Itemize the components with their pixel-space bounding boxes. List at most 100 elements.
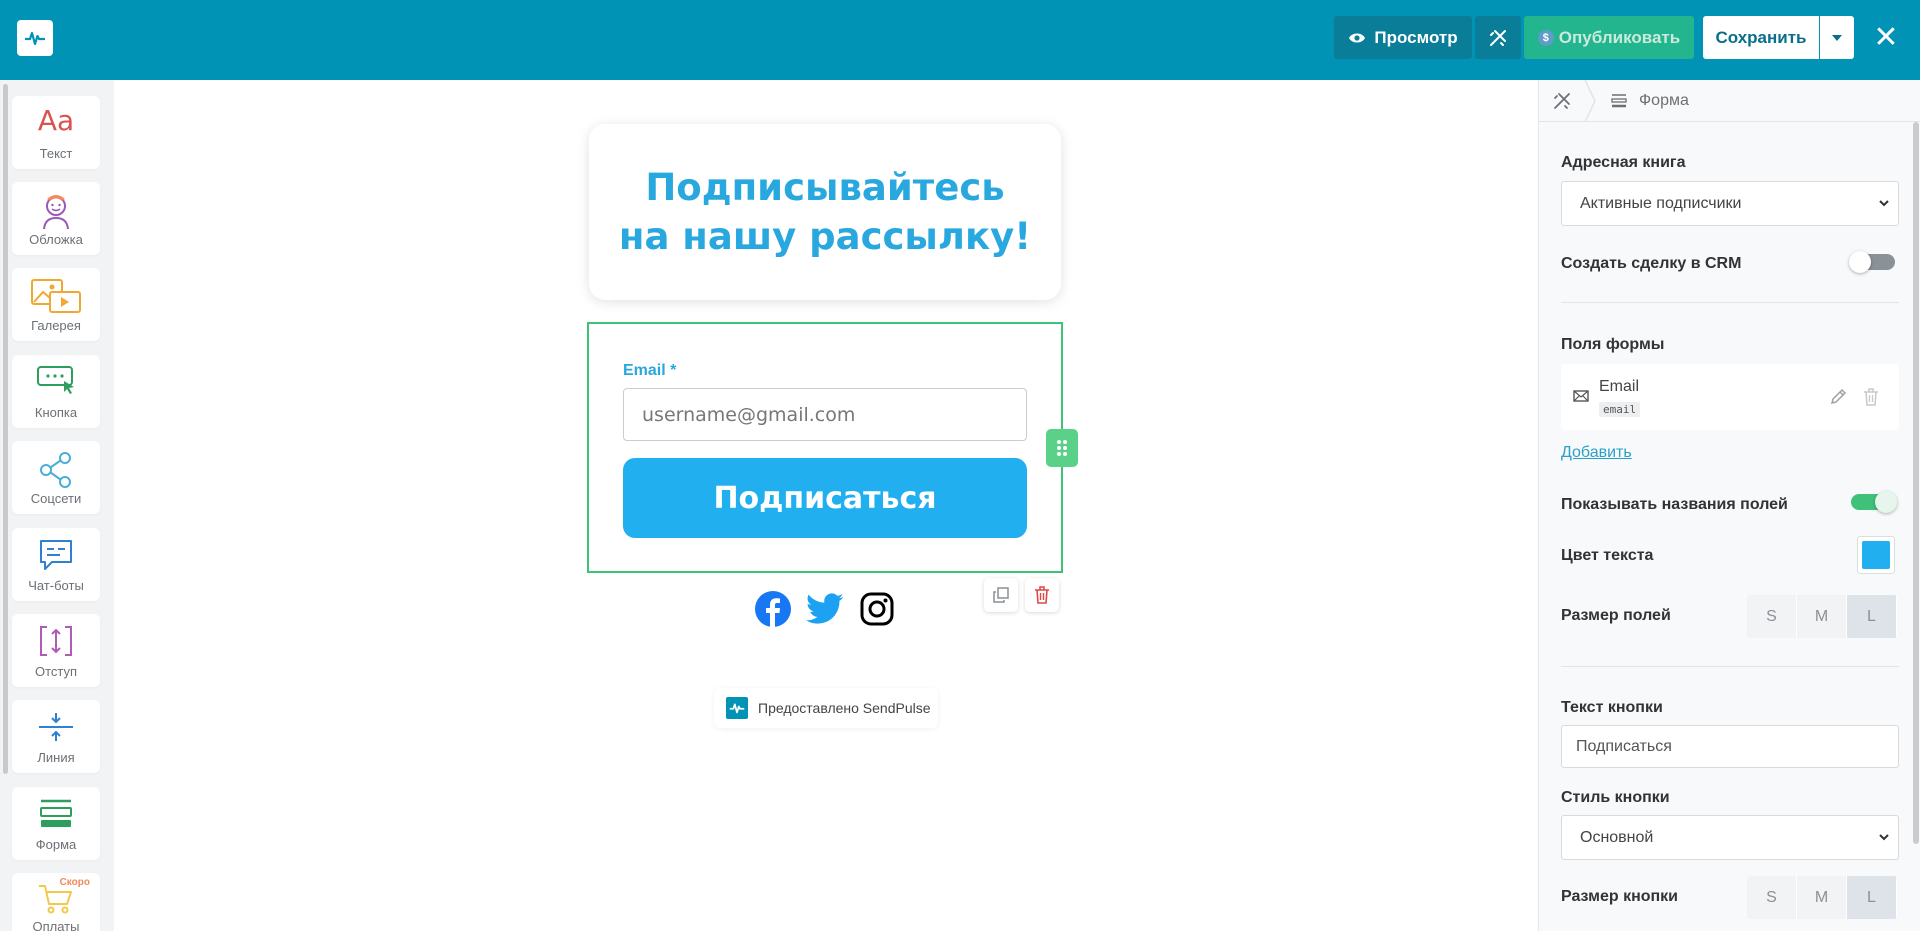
toggle-knob (1875, 491, 1897, 513)
publish-button[interactable]: $ Опубликовать (1524, 16, 1694, 59)
tool-label: Отступ (34, 664, 78, 679)
show-field-names-label: Показывать названия полей (1561, 496, 1788, 513)
form-field-email-card[interactable]: Email email (1561, 364, 1899, 430)
copy-icon (993, 587, 1009, 603)
size-option-s[interactable]: S (1747, 595, 1797, 638)
delete-block-button[interactable] (1025, 578, 1059, 612)
breadcrumb-label: Форма (1639, 92, 1689, 109)
button-size-label: Размер кнопки (1561, 888, 1679, 905)
instagram-icon[interactable] (858, 590, 896, 628)
chevron-down-icon (1879, 834, 1889, 841)
button-style-select[interactable]: Основной (1561, 815, 1899, 860)
toggle-knob (1849, 251, 1871, 273)
tool-payments[interactable]: Скоро Оплаты (12, 873, 100, 931)
preview-label: Просмотр (1374, 27, 1458, 47)
divider (1561, 666, 1899, 667)
size-option-l[interactable]: L (1847, 876, 1897, 919)
tool-label: Линия (37, 750, 75, 765)
sidebar-scrollbar[interactable] (3, 84, 8, 774)
properties-panel: Форма Адресная книга Активные подписчики… (1538, 80, 1920, 931)
breadcrumb-separator-icon (1584, 80, 1596, 122)
email-field[interactable] (623, 388, 1027, 441)
text-color-label: Цвет текста (1561, 547, 1654, 564)
panel-scrollbar[interactable] (1913, 122, 1919, 844)
tool-gallery[interactable]: Галерея (12, 268, 100, 341)
add-field-link[interactable]: Добавить (1561, 444, 1632, 462)
form-block-selected[interactable]: Email * Подписаться (587, 322, 1063, 573)
size-option-l[interactable]: L (1847, 595, 1897, 638)
page-title: Подписывайтесь на нашу рассылку! (618, 166, 1032, 258)
subscribe-button[interactable]: Подписаться (623, 458, 1027, 538)
duplicate-block-button[interactable] (984, 578, 1018, 612)
close-button[interactable]: ✕ (1868, 16, 1904, 59)
button-style-label: Стиль кнопки (1561, 789, 1670, 806)
email-field-label: Email * (623, 362, 677, 379)
save-label: Сохранить (1715, 27, 1807, 47)
button-text-input[interactable]: Подписаться (1561, 725, 1899, 768)
address-book-select[interactable]: Активные подписчики (1561, 181, 1899, 226)
trash-icon (1035, 586, 1049, 604)
text-aa-icon: Aa (37, 104, 75, 137)
button-size-selector: S M L (1747, 876, 1897, 919)
button-text-label: Текст кнопки (1561, 699, 1663, 716)
form-fields-label: Поля формы (1561, 336, 1665, 353)
spacing-icon (37, 624, 75, 663)
size-option-m[interactable]: M (1797, 876, 1847, 919)
pencil-icon[interactable] (1829, 388, 1847, 406)
drag-handle-icon[interactable] (1046, 429, 1078, 467)
tools-icon[interactable] (1551, 90, 1573, 112)
tool-label: Галерея (31, 318, 81, 333)
tool-spacing[interactable]: Отступ (12, 614, 100, 687)
tool-form[interactable]: Форма (12, 787, 100, 860)
chevron-down-icon (1879, 200, 1889, 207)
address-book-label: Адресная книга (1561, 154, 1686, 171)
show-field-names-toggle[interactable] (1851, 491, 1897, 513)
tool-label: Кнопка (34, 405, 78, 420)
design-tools-button[interactable] (1475, 16, 1521, 59)
size-option-s[interactable]: S (1747, 876, 1797, 919)
facebook-icon[interactable] (754, 590, 792, 628)
gallery-icon (30, 278, 82, 319)
save-button[interactable]: Сохранить (1703, 16, 1819, 59)
twitter-icon[interactable] (806, 590, 844, 628)
eye-icon (1349, 33, 1366, 42)
tool-label: Текст (39, 146, 73, 161)
tool-line[interactable]: Линия (12, 700, 100, 773)
publish-label: Опубликовать (1558, 27, 1681, 47)
button-style-value: Основной (1580, 828, 1654, 846)
crm-toggle[interactable] (1849, 251, 1895, 273)
title-block[interactable]: Подписывайтесь на нашу рассылку! (589, 124, 1061, 300)
tool-label: Чат-боты (28, 578, 84, 593)
preview-button[interactable]: Просмотр (1334, 16, 1472, 59)
line-icon (37, 710, 75, 749)
form-icon (38, 797, 74, 834)
trash-icon[interactable] (1863, 388, 1879, 406)
avatar-icon (39, 192, 73, 235)
share-icon (38, 451, 74, 494)
crm-label: Создать сделку в CRM (1561, 255, 1742, 272)
form-icon (1611, 94, 1627, 108)
button-text-value: Подписаться (1576, 737, 1672, 755)
size-option-m[interactable]: M (1797, 595, 1847, 638)
sendpulse-logo-icon[interactable] (17, 20, 53, 56)
powered-by-badge[interactable]: Предоставлено SendPulse (714, 688, 938, 728)
field-size-selector: S M L (1747, 595, 1897, 638)
color-fill (1862, 541, 1890, 569)
tools-icon (1490, 29, 1506, 46)
tool-cover[interactable]: Обложка (12, 182, 100, 255)
caret-down-icon (1832, 34, 1842, 41)
save-dropdown-button[interactable] (1820, 16, 1854, 59)
tool-label: Форма (35, 837, 77, 852)
tool-label: Оплаты (32, 919, 80, 931)
tool-button[interactable]: Кнопка (12, 355, 100, 428)
powered-by-text: Предоставлено SendPulse (758, 700, 931, 716)
tool-text[interactable]: Aa Текст (12, 96, 100, 169)
chat-icon (38, 538, 74, 577)
envelope-icon (1573, 390, 1589, 402)
tool-social[interactable]: Соцсети (12, 441, 100, 514)
tool-chatbots[interactable]: Чат-боты (12, 528, 100, 601)
form-field-key: email (1599, 402, 1641, 417)
field-size-label: Размер полей (1561, 607, 1671, 624)
breadcrumb-form[interactable]: Форма (1611, 92, 1689, 110)
text-color-swatch[interactable] (1857, 536, 1895, 574)
